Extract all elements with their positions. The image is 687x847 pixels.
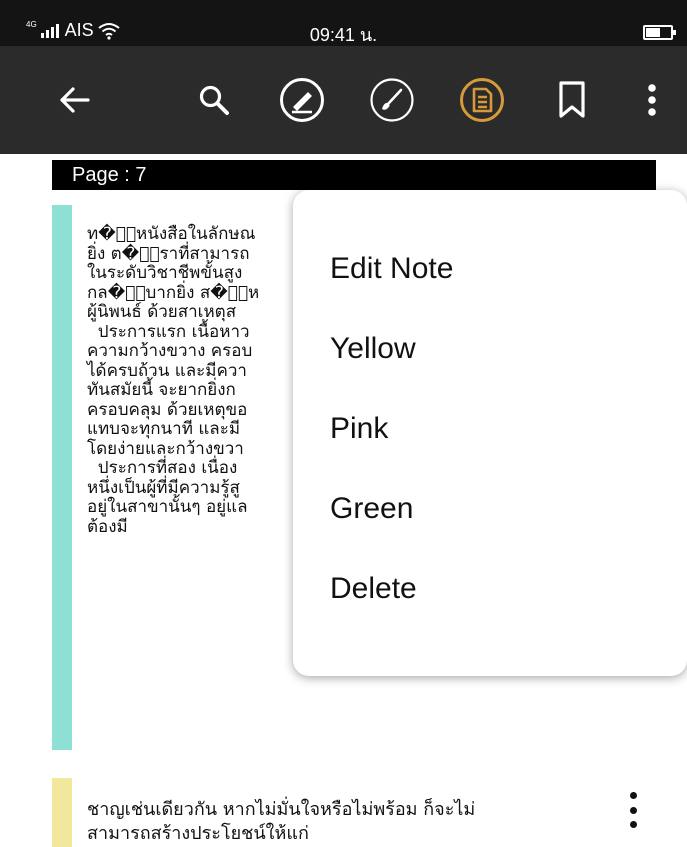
status-bar: 4G AIS 09:41 น. xyxy=(0,0,687,46)
clock: 09:41 น. xyxy=(309,25,378,45)
search-icon xyxy=(199,85,229,115)
menu-item-green[interactable]: Green xyxy=(330,492,413,526)
highlight-color-bar xyxy=(52,205,72,750)
pen-circle-icon xyxy=(280,78,324,122)
dot xyxy=(629,806,637,814)
search-button[interactable] xyxy=(188,46,240,154)
highlight-note-text: ชาญเช่นเดียวกัน หากไม่มั่นใจหรือไม่พร้อม… xyxy=(87,799,476,844)
menu-item-yellow[interactable]: Yellow xyxy=(330,332,416,366)
more-vert-icon xyxy=(648,84,656,116)
pen-tool-button[interactable] xyxy=(276,46,328,154)
notes-button[interactable] xyxy=(456,46,508,154)
bookmark-icon xyxy=(559,81,585,118)
menu-item-edit-note[interactable]: Edit Note xyxy=(330,252,453,286)
battery-icon xyxy=(643,25,676,40)
dot xyxy=(629,792,637,799)
note-context-menu: Edit Note Yellow Pink Green Delete xyxy=(293,190,687,676)
dot xyxy=(629,821,637,828)
top-toolbar xyxy=(0,46,687,154)
back-arrow-icon xyxy=(60,87,90,113)
menu-item-delete[interactable]: Delete xyxy=(330,572,417,606)
bookmark-button[interactable] xyxy=(546,46,598,154)
overflow-menu-button[interactable] xyxy=(628,46,676,154)
note-circle-icon xyxy=(460,78,504,122)
highlight-color-bar xyxy=(52,778,72,847)
brush-tool-button[interactable] xyxy=(366,46,418,154)
back-button[interactable] xyxy=(48,46,100,154)
brush-circle-icon xyxy=(370,78,414,122)
note-options-button[interactable] xyxy=(626,792,640,828)
highlight-note-card[interactable]: ชาญเช่นเดียวกัน หากไม่มั่นใจหรือไม่พร้อม… xyxy=(52,778,687,847)
page-number-header: Page : 7 xyxy=(52,160,656,190)
menu-item-pink[interactable]: Pink xyxy=(330,412,388,446)
